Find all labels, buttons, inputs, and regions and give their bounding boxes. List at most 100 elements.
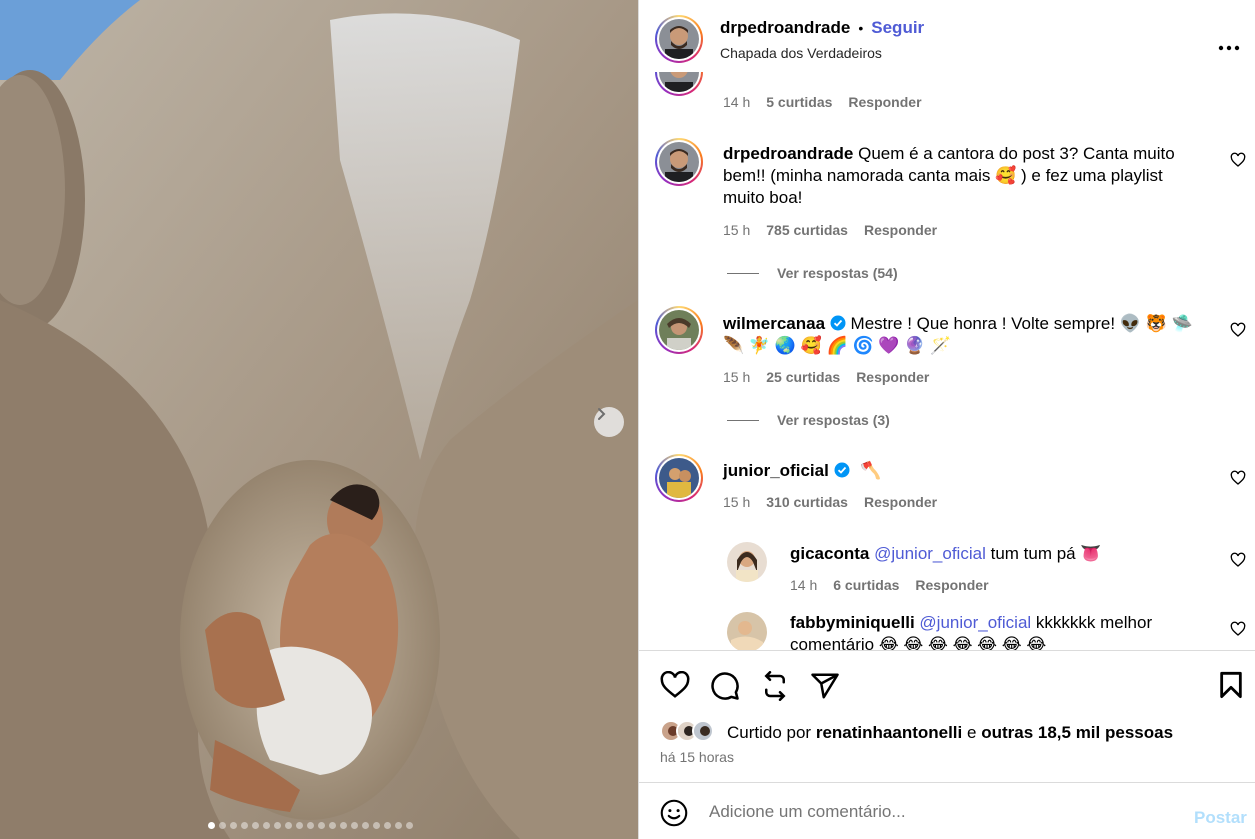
comment-text: muito boa! — [723, 188, 803, 207]
view-replies-button[interactable]: Ver respostas (3) — [727, 412, 890, 428]
replies-line — [727, 419, 759, 421]
carousel-dot — [274, 822, 281, 829]
carousel-dot — [208, 822, 215, 829]
carousel-dot — [307, 822, 314, 829]
follow-button[interactable]: Seguir — [871, 18, 924, 38]
reply-button[interactable]: Responder — [864, 494, 937, 510]
reply-text: comentário 😂 😂 😂 😂 😂 😂 😂 — [790, 635, 1047, 650]
photo-illustration — [0, 0, 638, 839]
carousel-dot — [395, 822, 402, 829]
carousel-dot — [362, 822, 369, 829]
post-comment-button[interactable]: Postar — [1194, 808, 1247, 828]
carousel-dot — [285, 822, 292, 829]
liker-username[interactable]: renatinhaantonelli — [816, 723, 962, 742]
likes-prefix: Curtido por — [727, 723, 812, 742]
comment-text: 🪓 — [860, 461, 882, 480]
share-icon[interactable] — [760, 671, 790, 701]
chevron-right-icon — [598, 408, 606, 420]
comment-meta: 14 h 5 curtidas Responder — [723, 94, 922, 110]
view-replies-button[interactable]: Ver respostas (54) — [727, 265, 898, 281]
comment-time: 15 h — [723, 369, 751, 385]
reply-time: 14 h — [790, 577, 818, 593]
reply-likes[interactable]: 6 curtidas — [833, 577, 899, 593]
carousel-dot — [219, 822, 226, 829]
more-options-button[interactable] — [1218, 38, 1240, 56]
comments-list[interactable]: 14 h 5 curtidas Responder drpedroandrade… — [639, 72, 1255, 650]
reply-text: kkkkkkk melhor — [1035, 613, 1153, 632]
author-username[interactable]: drpedroandrade — [720, 18, 850, 38]
post-actions: Curtido por renatinhaantonelli e outras … — [639, 650, 1255, 782]
reply-mention[interactable]: @junior_oficial — [874, 544, 986, 563]
reply-button[interactable]: Responder — [915, 577, 988, 593]
comment-username[interactable]: junior_oficial — [723, 461, 829, 480]
comment-avatar[interactable] — [655, 138, 703, 186]
author-avatar[interactable] — [655, 15, 703, 63]
comment-avatar[interactable] — [655, 306, 703, 354]
carousel-next-button[interactable] — [594, 407, 624, 437]
more-options-icon — [1218, 45, 1240, 51]
reply-button[interactable]: Responder — [864, 222, 937, 238]
reply-avatar[interactable] — [727, 612, 767, 650]
post-header: drpedroandrade • Seguir Chapada dos Verd… — [639, 0, 1255, 72]
post-location[interactable]: Chapada dos Verdadeiros — [720, 45, 882, 61]
send-icon[interactable] — [810, 671, 840, 701]
comment-likes[interactable]: 785 curtidas — [766, 222, 848, 238]
likes-summary: Curtido por renatinhaantonelli e outras … — [727, 723, 1173, 743]
like-comment-icon[interactable] — [1230, 470, 1246, 486]
post-timestamp[interactable]: há 15 horas — [660, 749, 734, 765]
comment-time: 15 h — [723, 222, 751, 238]
view-replies-label: Ver respostas (54) — [777, 265, 898, 281]
reply-body: fabbyminiquelli @junior_oficial kkkkkkk … — [790, 612, 1210, 650]
comment-input[interactable] — [709, 799, 1149, 825]
comment-username[interactable]: drpedroandrade — [723, 144, 853, 163]
comment-meta: 15 h 310 curtidas Responder — [723, 494, 937, 510]
likes-others[interactable]: outras 18,5 mil pessoas — [981, 723, 1173, 742]
carousel-dot — [318, 822, 325, 829]
verified-icon — [834, 462, 850, 478]
liker-avatar — [692, 720, 714, 742]
carousel-dot — [296, 822, 303, 829]
comment-icon[interactable] — [710, 671, 740, 701]
reply-avatar[interactable] — [727, 542, 767, 582]
comment-meta: 15 h 25 curtidas Responder — [723, 369, 929, 385]
reply-mention[interactable]: @junior_oficial — [919, 613, 1031, 632]
comment-body: drpedroandrade Quem é a cantora do post … — [723, 143, 1203, 209]
comment-likes[interactable]: 5 curtidas — [766, 94, 832, 110]
carousel-dot — [384, 822, 391, 829]
reply-meta: 14 h 6 curtidas Responder — [790, 577, 989, 593]
comment-meta: 15 h 785 curtidas Responder — [723, 222, 937, 238]
comment-text: 🪶 🧚 🌏 🥰 🌈 🌀 💜 🔮 🪄 — [723, 336, 952, 355]
header-separator: • — [858, 20, 864, 36]
comment-body: wilmercanaa Mestre ! Que honra ! Volte s… — [723, 313, 1203, 357]
comment-avatar[interactable] — [655, 454, 703, 502]
replies-line — [727, 272, 759, 274]
view-replies-label: Ver respostas (3) — [777, 412, 890, 428]
comment-text: Mestre ! Que honra ! Volte sempre! 👽 🐯 🛸 — [850, 314, 1193, 333]
emoji-icon[interactable] — [660, 799, 688, 827]
reply-username[interactable]: gicaconta — [790, 544, 869, 563]
bookmark-icon[interactable] — [1218, 671, 1244, 699]
comment-time: 14 h — [723, 94, 751, 110]
like-comment-icon[interactable] — [1230, 552, 1246, 568]
comment-likes[interactable]: 310 curtidas — [766, 494, 848, 510]
carousel-dot — [329, 822, 336, 829]
post-details-panel: drpedroandrade • Seguir Chapada dos Verd… — [638, 0, 1255, 839]
likes-connector: e — [967, 723, 977, 742]
like-comment-icon[interactable] — [1230, 621, 1246, 637]
heart-icon[interactable] — [660, 671, 690, 699]
reply-button[interactable]: Responder — [848, 94, 921, 110]
carousel-dot — [252, 822, 259, 829]
comment-text: bem!! (minha namorada canta mais 🥰 ) e f… — [723, 166, 1163, 185]
carousel-dot — [263, 822, 270, 829]
carousel-dot — [351, 822, 358, 829]
comment-username[interactable]: wilmercanaa — [723, 314, 825, 333]
like-comment-icon[interactable] — [1230, 152, 1246, 168]
reply-button[interactable]: Responder — [856, 369, 929, 385]
comment-likes[interactable]: 25 curtidas — [766, 369, 840, 385]
like-comment-icon[interactable] — [1230, 322, 1246, 338]
comment-avatar[interactable] — [655, 72, 703, 96]
reply-username[interactable]: fabbyminiquelli — [790, 613, 915, 632]
carousel-indicator — [208, 822, 413, 829]
carousel-dot — [340, 822, 347, 829]
comment-text: Quem é a cantora do post 3? Canta muito — [858, 144, 1175, 163]
